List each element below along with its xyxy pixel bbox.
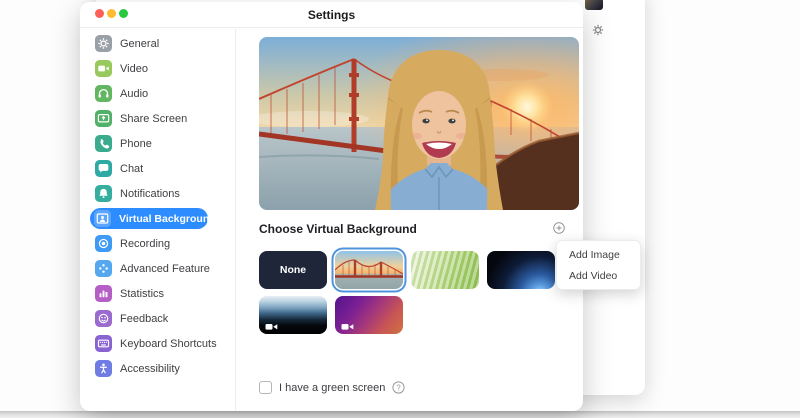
sidebar-item-label: Keyboard Shortcuts	[120, 338, 217, 350]
sidebar-item-advanced-feature[interactable]: Advanced Feature	[80, 256, 235, 281]
record-icon	[95, 235, 112, 252]
settings-window: Settings General Video Audio Share Screen Ph…	[80, 2, 583, 411]
background-thumbnail-purple-gradient-video[interactable]	[335, 296, 403, 334]
add-background-menu: Add ImageAdd Video	[556, 240, 641, 290]
sidebar-item-label: Virtual Background	[119, 213, 216, 225]
sun	[501, 81, 553, 133]
sidebar-item-virtual-background[interactable]: Virtual Background	[80, 206, 235, 231]
sidebar-item-label: Recording	[120, 238, 170, 250]
sidebar-item-label: Statistics	[120, 288, 164, 300]
titlebar: Settings	[80, 2, 583, 28]
sidebar-item-label: Share Screen	[120, 113, 187, 125]
virtual-background-icon	[94, 210, 111, 227]
keyboard-icon	[95, 335, 112, 352]
sidebar-item-label: Accessibility	[120, 363, 180, 375]
settings-sidebar: General Video Audio Share Screen Phone Chat No…	[80, 29, 236, 411]
gear-icon	[95, 35, 112, 52]
page: Settings General Video Audio Share Screen Ph…	[0, 0, 800, 418]
sidebar-item-keyboard-shortcuts[interactable]: Keyboard Shortcuts	[80, 331, 235, 356]
smiley-icon	[95, 310, 112, 327]
phone-icon	[95, 135, 112, 152]
sidebar-item-audio[interactable]: Audio	[80, 81, 235, 106]
settings-gear-icon[interactable]	[591, 23, 605, 37]
help-icon[interactable]: ?	[392, 381, 405, 394]
sidebar-item-statistics[interactable]: Statistics	[80, 281, 235, 306]
headphones-icon	[95, 85, 112, 102]
virtual-background-panel: Choose Virtual Background None I have a …	[237, 29, 583, 411]
window-title: Settings	[80, 2, 583, 28]
chat-bubble-icon	[95, 160, 112, 177]
sidebar-item-feedback[interactable]: Feedback	[80, 306, 235, 331]
sidebar-item-accessibility[interactable]: Accessibility	[80, 356, 235, 381]
page-bottom-strip	[0, 411, 800, 418]
sidebar-item-notifications[interactable]: Notifications	[80, 181, 235, 206]
accessibility-icon	[95, 360, 112, 377]
sidebar-item-recording[interactable]: Recording	[80, 231, 235, 256]
green-screen-row: I have a green screen ?	[259, 381, 405, 394]
share-screen-icon	[95, 110, 112, 127]
sidebar-item-label: Advanced Feature	[120, 263, 210, 275]
svg-text:?: ?	[397, 383, 402, 392]
background-thumbnail-golden-gate-bridge[interactable]	[335, 251, 403, 289]
advanced-icon	[95, 260, 112, 277]
preview-scene	[259, 37, 579, 210]
sidebar-item-general[interactable]: General	[80, 31, 235, 56]
green-screen-checkbox[interactable]	[259, 381, 272, 394]
sidebar-item-phone[interactable]: Phone	[80, 131, 235, 156]
bell-icon	[95, 185, 112, 202]
menu-item-add-image[interactable]: Add Image	[557, 245, 640, 266]
background-thumbnail-earth[interactable]	[487, 251, 555, 289]
background-thumbnail-ocean-video[interactable]	[259, 296, 327, 334]
thumbnail-label: None	[280, 264, 306, 276]
sidebar-item-label: Notifications	[120, 188, 180, 200]
avatar	[585, 0, 603, 10]
sidebar-item-label: Chat	[120, 163, 143, 175]
sidebar-item-label: Video	[120, 63, 148, 75]
video-preview	[259, 37, 579, 210]
sidebar-item-video[interactable]: Video	[80, 56, 235, 81]
sidebar-item-label: Feedback	[120, 313, 168, 325]
sidebar-item-label: General	[120, 38, 159, 50]
background-thumbnail-none[interactable]: None	[259, 251, 327, 289]
sidebar-item-chat[interactable]: Chat	[80, 156, 235, 181]
choose-virtual-background-heading: Choose Virtual Background	[259, 222, 417, 236]
sidebar-item-share-screen[interactable]: Share Screen	[80, 106, 235, 131]
background-thumbnail-grass[interactable]	[411, 251, 479, 289]
video-badge-icon	[341, 319, 354, 329]
bar-chart-icon	[95, 285, 112, 302]
video-badge-icon	[265, 319, 278, 329]
menu-item-add-video[interactable]: Add Video	[557, 266, 640, 287]
sidebar-item-label: Audio	[120, 88, 148, 100]
add-background-button[interactable]	[552, 221, 566, 235]
video-camera-icon	[95, 60, 112, 77]
green-screen-label: I have a green screen	[279, 382, 385, 394]
sidebar-item-label: Phone	[120, 138, 152, 150]
